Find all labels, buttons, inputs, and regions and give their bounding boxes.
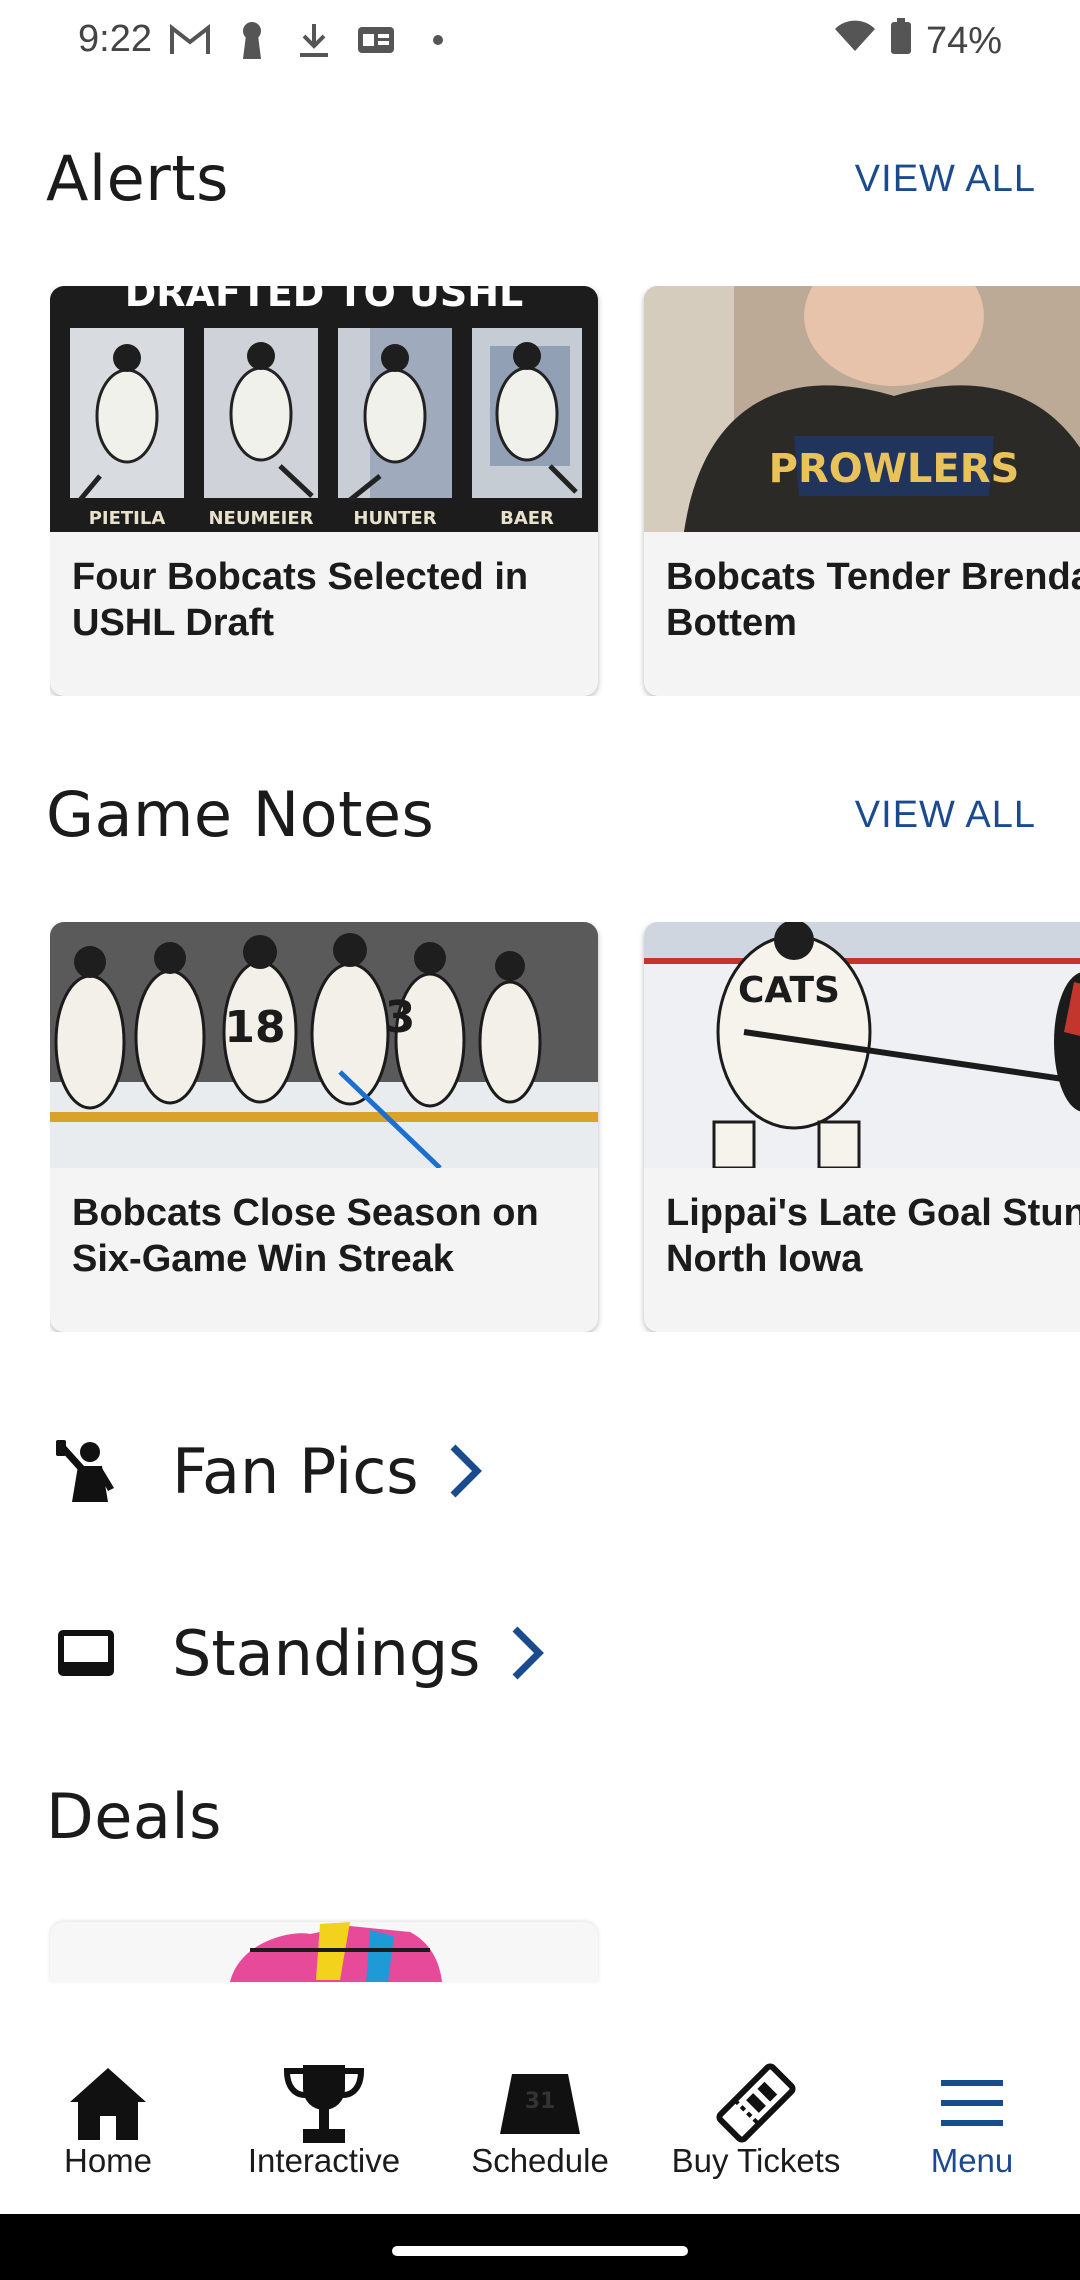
nav-interactive-label: Interactive	[247, 2142, 401, 2179]
svg-text:18: 18	[224, 1002, 285, 1053]
wifi-icon	[834, 19, 876, 63]
svg-text:31: 31	[525, 2089, 556, 2114]
menu-icon	[927, 2058, 1017, 2148]
deal-card-image	[230, 1922, 442, 1982]
alert-card-title: Four Bobcats Selected in USHL Draft	[72, 556, 529, 644]
hoodie-text: PROWLERS	[769, 446, 1020, 492]
game-note-card-title: Lippai's Late Goal Stuns North Iowa	[666, 1192, 1080, 1280]
keyhole-icon	[232, 20, 272, 60]
game-note-card-image: CATS	[644, 922, 1080, 1168]
bottom-nav: Home Interactive 31 Schedule Buy Tickets…	[0, 2010, 1080, 2214]
svg-text:3: 3	[385, 992, 416, 1043]
home-icon	[63, 2058, 153, 2148]
ticket-icon	[711, 2058, 801, 2148]
nav-interactive[interactable]: Interactive	[216, 2010, 432, 2214]
status-bar: 9:22 74%	[0, 0, 1080, 84]
game-note-card[interactable]: 18 3 Bobcats Close Season on Six-Game Wi…	[50, 922, 598, 1332]
calendar-icon: 31	[495, 2058, 585, 2148]
alert-card[interactable]: PROWLERS Bobcats Tender Brendan Bottem	[644, 286, 1080, 696]
player-name: NEUMEIER	[208, 508, 313, 529]
trophy-icon	[279, 2058, 369, 2148]
status-time: 9:22	[78, 18, 152, 60]
download-icon	[294, 20, 334, 60]
player-name: BAER	[500, 508, 554, 529]
nav-schedule[interactable]: 31 Schedule	[432, 2010, 648, 2214]
deal-card[interactable]	[50, 1922, 598, 1982]
player-name: PIETILA	[89, 508, 166, 529]
standings-link[interactable]: Standings	[50, 1598, 551, 1708]
gmail-icon	[170, 20, 210, 60]
selfie-icon	[50, 1435, 122, 1507]
card-icon	[356, 20, 396, 60]
standings-icon	[50, 1617, 122, 1689]
battery-icon	[890, 18, 912, 64]
gesture-navigation-bar	[0, 2214, 1080, 2280]
nav-menu-label: Menu	[930, 2142, 1014, 2179]
system-status: 74%	[834, 18, 1002, 64]
standings-label: Standings	[172, 1616, 481, 1690]
alerts-title: Alerts	[46, 142, 229, 215]
alert-card-banner: DRAFTED TO USHL	[125, 286, 524, 315]
game-notes-title: Game Notes	[46, 778, 435, 851]
battery-percent: 74%	[925, 19, 1002, 62]
nav-buy-tickets[interactable]: Buy Tickets	[648, 2010, 864, 2214]
fan-pics-label: Fan Pics	[172, 1434, 419, 1508]
game-notes-view-all-link[interactable]: VIEW ALL	[855, 794, 1036, 837]
svg-text:CATS: CATS	[738, 970, 840, 1011]
nav-buy-tickets-label: Buy Tickets	[671, 2142, 841, 2179]
game-note-card-image: 18 3	[50, 922, 598, 1168]
nav-menu[interactable]: Menu	[864, 2010, 1080, 2214]
chevron-right-icon	[450, 1444, 482, 1498]
alerts-view-all-link[interactable]: VIEW ALL	[855, 158, 1036, 201]
notification-icons	[170, 20, 458, 60]
nav-home-label: Home	[63, 2142, 153, 2179]
fan-pics-link[interactable]: Fan Pics	[50, 1416, 489, 1526]
alert-card[interactable]: DRAFTED TO USHL PIETILA NEUMEIER HUNTER …	[50, 286, 598, 696]
nav-schedule-label: Schedule	[471, 2142, 609, 2179]
dot-icon	[418, 20, 458, 60]
alert-card-image: DRAFTED TO USHL PIETILA NEUMEIER HUNTER …	[50, 286, 598, 532]
player-name: HUNTER	[353, 508, 436, 529]
alerts-carousel[interactable]: DRAFTED TO USHL PIETILA NEUMEIER HUNTER …	[50, 286, 1080, 696]
game-notes-carousel[interactable]: 18 3 Bobcats Close Season on Six-Game Wi…	[50, 922, 1080, 1332]
nav-home[interactable]: Home	[0, 2010, 216, 2214]
alert-card-title: Bobcats Tender Brendan Bottem	[666, 556, 1080, 644]
game-note-card-title: Bobcats Close Season on Six-Game Win Str…	[72, 1192, 539, 1280]
alert-card-image: PROWLERS	[644, 286, 1080, 532]
home-gesture-handle[interactable]	[392, 2246, 688, 2256]
chevron-right-icon	[512, 1626, 544, 1680]
deals-title: Deals	[46, 1780, 222, 1853]
game-note-card[interactable]: CATS Lippai's Late Goal Stuns North Iowa	[644, 922, 1080, 1332]
